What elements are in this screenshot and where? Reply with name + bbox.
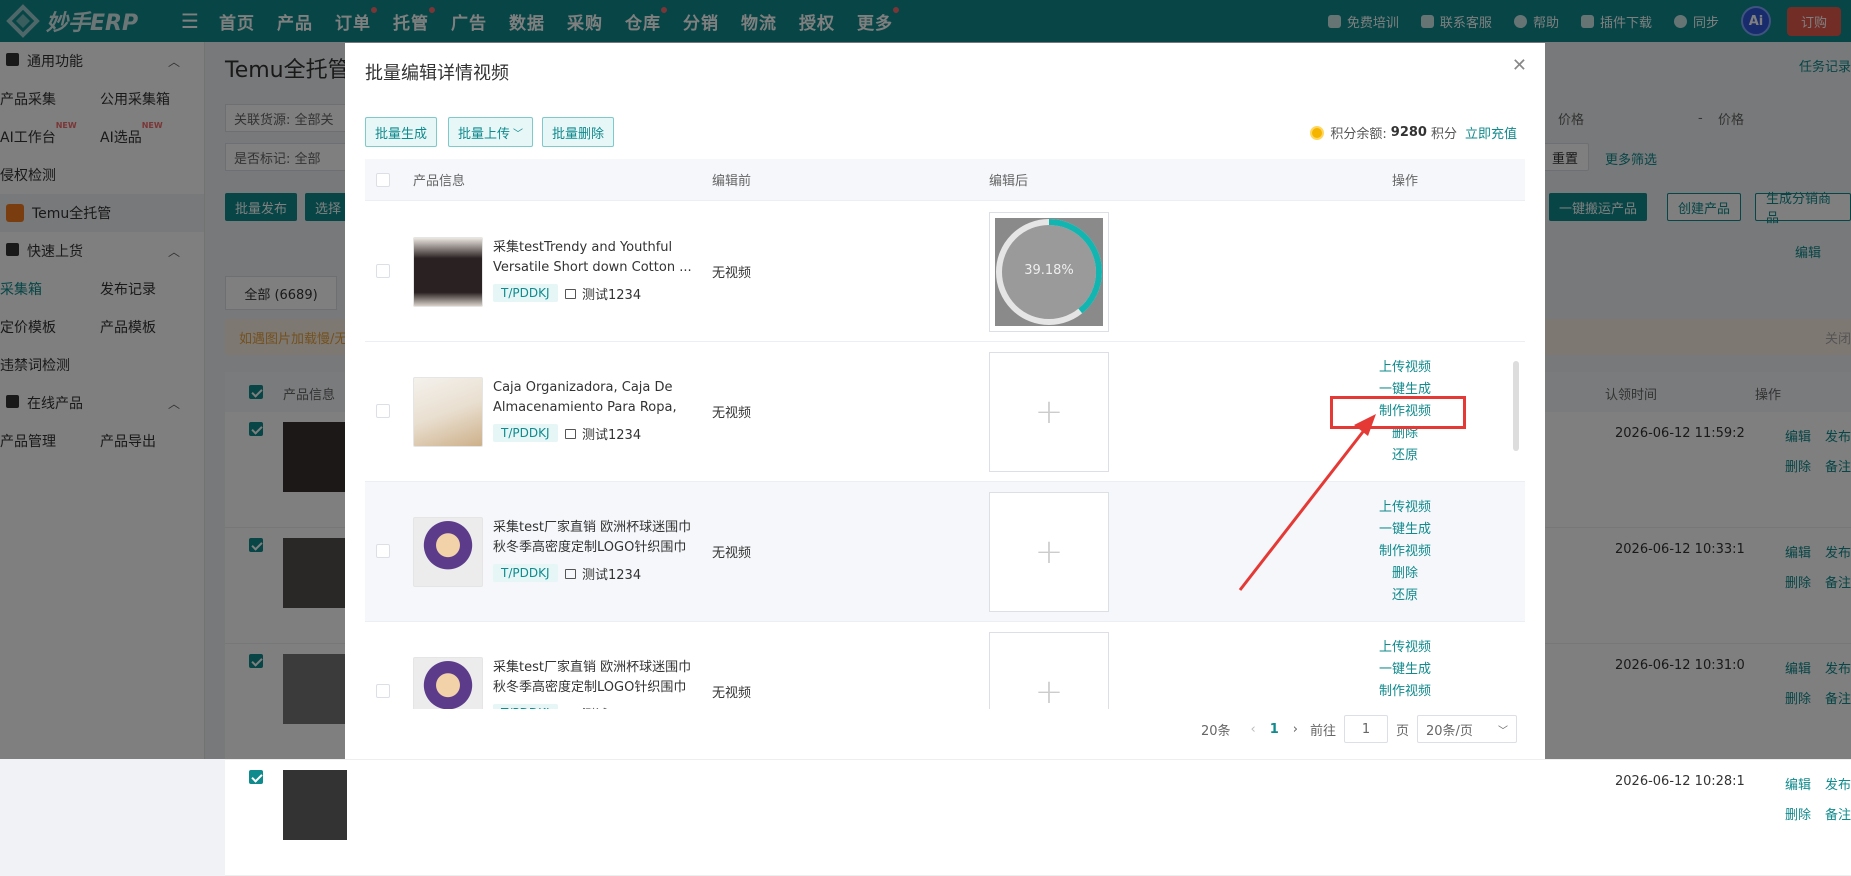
publish-link[interactable]: 发布 xyxy=(1825,774,1851,793)
claim-time: 2026-06-12 10:28:1 xyxy=(1615,774,1745,789)
delete-link[interactable]: 删除 xyxy=(1785,804,1811,823)
edit-link[interactable]: 编辑 xyxy=(1785,774,1811,793)
product-thumbnail xyxy=(283,770,347,840)
note-link[interactable]: 备注 xyxy=(1825,804,1851,823)
annotation-arrow xyxy=(1238,414,1376,591)
bg-table-row: 2026-06-12 10:28:1 编辑 发布 删除 备注 xyxy=(225,760,1851,876)
row-checkbox[interactable] xyxy=(249,770,263,784)
